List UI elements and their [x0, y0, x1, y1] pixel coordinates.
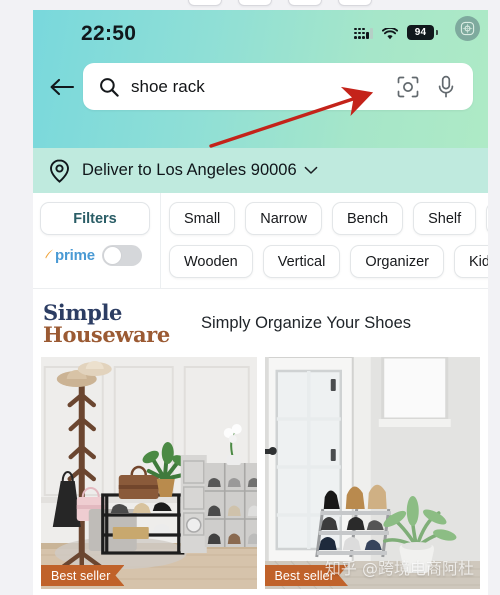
wifi-icon [381, 26, 399, 39]
cutoff-chip [188, 0, 222, 6]
filter-chip-label: Organizer [365, 253, 429, 270]
product-card[interactable]: Best seller 知乎 @跨境电商阿杜 [264, 357, 480, 589]
search-query-text[interactable]: shoe rack [131, 77, 397, 97]
best-seller-badge: Best seller [265, 565, 348, 586]
phone-screen: 22:50 94 shoe rack Deliver to Los Angele… [33, 10, 488, 595]
filter-chip-label: Kids [468, 253, 488, 270]
cutoff-chip [288, 0, 322, 6]
camera-lens-icon[interactable] [397, 76, 419, 98]
filter-chip[interactable]: Vertical [262, 245, 341, 278]
prime-label: prime [55, 247, 95, 264]
product-gallery: Best seller Best seller 知乎 @跨境电商阿杜 [33, 357, 488, 595]
filter-chip[interactable]: Bench [332, 202, 404, 235]
best-seller-label: Best seller [51, 568, 111, 583]
filter-chip[interactable]: Wooden [169, 245, 253, 278]
filters-button[interactable]: Filters [40, 202, 150, 235]
cellular-signal-icon [354, 27, 373, 39]
status-bar: 22:50 94 [33, 10, 488, 56]
filter-chip-label: Shelf [428, 210, 462, 227]
screenshot-root: 22:50 94 shoe rack Deliver to Los Angele… [0, 0, 500, 595]
filter-chip-label: Wooden [184, 253, 238, 270]
filter-chip-row-1: Small Narrow Bench Shelf Stackable [161, 202, 488, 235]
screen-record-icon[interactable] [455, 16, 480, 41]
prime-filter-row[interactable]: prime [42, 245, 142, 266]
top-cutoff-sliver [0, 0, 500, 10]
battery-level-label: 94 [414, 27, 427, 38]
prime-logo: prime [42, 247, 95, 264]
search-icon [99, 77, 119, 97]
back-arrow-icon[interactable] [47, 72, 77, 102]
microphone-icon[interactable] [437, 75, 455, 99]
chevron-down-icon[interactable] [304, 162, 318, 180]
search-input[interactable]: shoe rack [83, 63, 473, 110]
filter-chip[interactable]: Narrow [245, 202, 322, 235]
product-card[interactable]: Best seller [41, 357, 257, 589]
filters-button-label: Filters [73, 210, 117, 227]
best-seller-label: Best seller [274, 568, 334, 583]
product-image [264, 357, 480, 589]
brand-logo-line1: Simple [43, 299, 122, 325]
prime-toggle-knob [102, 246, 122, 265]
filter-chip-row-2: Wooden Vertical Organizer Kids Metal [161, 245, 488, 278]
filter-chip-label: Vertical [277, 253, 326, 270]
filter-chip-label: Narrow [260, 210, 307, 227]
brand-logo-line2: Houseware [43, 321, 170, 347]
app-header: 22:50 94 shoe rack [33, 10, 488, 148]
cutoff-chip [238, 0, 272, 6]
deliver-to-bar[interactable]: Deliver to Los Angeles 90006 [33, 148, 488, 193]
brand-banner[interactable]: Simple Houseware Simply Organize Your Sh… [33, 289, 488, 357]
filter-chip[interactable]: Small [169, 202, 236, 235]
prime-toggle[interactable] [101, 245, 142, 266]
filter-chip[interactable]: Kids [453, 245, 488, 278]
brand-tagline: Simply Organize Your Shoes [201, 313, 412, 332]
filter-chip[interactable]: Stackable [486, 202, 488, 235]
filter-chip[interactable]: Shelf [413, 202, 477, 235]
status-indicators: 94 [354, 25, 434, 40]
search-row: shoe rack [33, 56, 488, 120]
product-image [41, 357, 257, 589]
filter-chip[interactable]: Organizer [350, 245, 444, 278]
status-clock: 22:50 [81, 22, 137, 45]
brand-logo[interactable]: Simple Houseware [43, 302, 183, 345]
location-pin-icon [49, 158, 70, 183]
filter-chips-scroller[interactable]: Small Narrow Bench Shelf Stackable Woode… [161, 193, 488, 288]
deliver-to-label: Deliver to Los Angeles 90006 [82, 161, 297, 179]
cutoff-chip [338, 0, 372, 6]
best-seller-badge: Best seller [41, 565, 124, 586]
filters-left-panel: Filters prime [33, 193, 161, 288]
filter-chip-label: Bench [347, 210, 389, 227]
filter-chip-label: Small [184, 210, 221, 227]
prime-check-icon [42, 247, 54, 259]
filters-bar: Small Narrow Bench Shelf Stackable Woode… [33, 193, 488, 289]
battery-indicator: 94 [407, 25, 434, 40]
